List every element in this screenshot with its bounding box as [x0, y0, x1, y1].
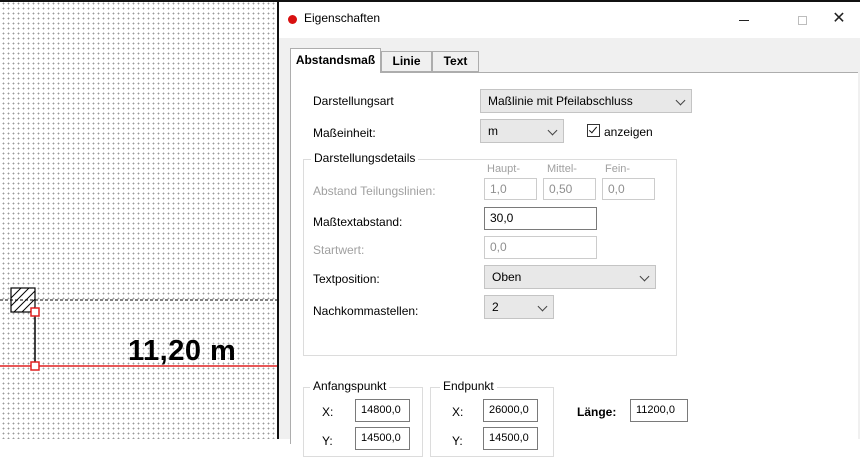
- nachkommastellen-value: 2: [492, 300, 499, 314]
- masseinheit-label: Maßeinheit:: [313, 126, 376, 140]
- tab-linie[interactable]: Linie: [381, 51, 432, 72]
- abstand-teilungslinien-label: Abstand Teilungslinien:: [313, 184, 436, 198]
- textposition-label: Textposition:: [313, 272, 380, 286]
- endpunkt-y-label: Y:: [452, 434, 463, 448]
- startwert-label: Startwert:: [313, 243, 365, 257]
- anfangspunkt-title: Anfangspunkt: [310, 379, 390, 393]
- title-bar[interactable]: Eigenschaften ✕: [279, 2, 860, 38]
- minimize-button[interactable]: [724, 6, 764, 32]
- properties-dialog: Eigenschaften ✕ Abstandsmaß Linie Text D…: [279, 0, 860, 457]
- startwert-field[interactable]: 0,0: [484, 236, 597, 259]
- textposition-select[interactable]: Oben: [484, 265, 656, 289]
- close-button[interactable]: ✕: [819, 6, 859, 32]
- darstellungsart-value: Maßlinie mit Pfeilabschluss: [488, 94, 633, 108]
- haupt-header: Haupt-: [487, 163, 521, 175]
- laenge-label: Länge:: [577, 405, 617, 419]
- anfangspunkt-y-label: Y:: [322, 434, 333, 448]
- minimize-icon: [739, 19, 749, 21]
- anzeigen-checkbox[interactable]: [587, 124, 600, 137]
- fein-field[interactable]: 0,0: [602, 178, 655, 200]
- anfangspunkt-x-field[interactable]: 14800,0: [355, 399, 410, 422]
- tab-text[interactable]: Text: [432, 51, 479, 72]
- endpunkt-x-field[interactable]: 26000,0: [483, 399, 538, 422]
- window-title: Eigenschaften: [304, 11, 381, 25]
- nachkommastellen-select[interactable]: 2: [484, 295, 554, 319]
- nachkommastellen-label: Nachkommastellen:: [313, 304, 419, 318]
- masseinheit-value: m: [488, 124, 498, 138]
- darstellungsdetails-title: Darstellungsdetails: [311, 151, 419, 165]
- fein-header: Fein-: [605, 163, 631, 175]
- tab-abstandsmass[interactable]: Abstandsmaß: [290, 48, 381, 73]
- mittel-field[interactable]: 0,50: [543, 178, 596, 200]
- mittel-header: Mittel-: [547, 163, 577, 175]
- tab-page-abstandsmass: Darstellungsart Maßlinie mit Pfeilabschl…: [290, 72, 858, 457]
- grip-handle-top: [30, 307, 40, 317]
- grip-handle-bottom: [30, 361, 40, 371]
- chevron-down-icon: [675, 95, 686, 106]
- darstellungsart-label: Darstellungsart: [313, 94, 394, 108]
- chevron-down-icon: [547, 125, 558, 136]
- close-icon: ✕: [832, 10, 846, 27]
- endpunkt-title: Endpunkt: [440, 379, 497, 393]
- dimension-label[interactable]: 11,20 m: [128, 334, 236, 368]
- dimension-drawing: [0, 287, 277, 371]
- red-dot-icon: [288, 15, 297, 24]
- darstellungsart-select[interactable]: Maßlinie mit Pfeilabschluss: [480, 89, 692, 113]
- maximize-icon: [797, 15, 807, 25]
- maximize-button[interactable]: [782, 6, 822, 32]
- haupt-field[interactable]: 1,0: [484, 178, 537, 200]
- laenge-field[interactable]: 11200,0: [630, 399, 688, 422]
- textposition-value: Oben: [492, 270, 522, 284]
- endpunkt-x-label: X:: [452, 405, 464, 419]
- masseinheit-select[interactable]: m: [480, 119, 564, 143]
- chevron-down-icon: [639, 271, 650, 282]
- checkmark-icon: [588, 124, 598, 134]
- masstextabstand-label: Maßtextabstand:: [313, 215, 403, 229]
- anfangspunkt-x-label: X:: [322, 405, 334, 419]
- drawing-canvas[interactable]: 11,20 m: [0, 0, 279, 439]
- chevron-down-icon: [537, 301, 548, 312]
- anzeigen-label: anzeigen: [604, 125, 653, 139]
- masstextabstand-field[interactable]: 30,0: [484, 207, 597, 230]
